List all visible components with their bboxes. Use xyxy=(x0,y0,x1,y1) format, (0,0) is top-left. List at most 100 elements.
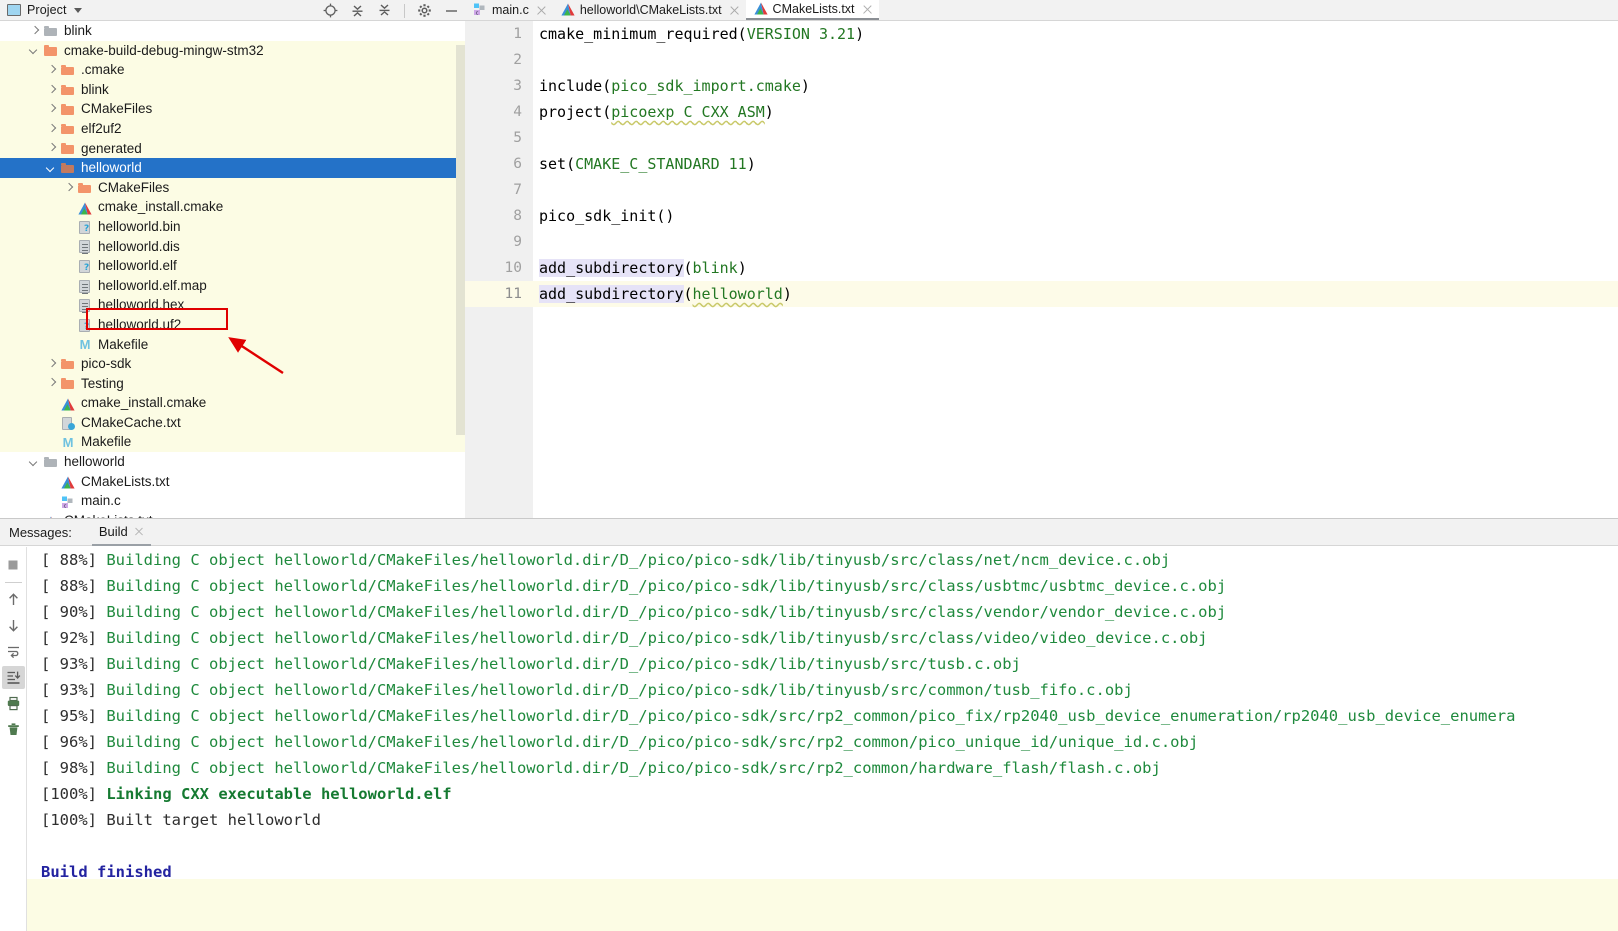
down-arrow-icon[interactable] xyxy=(2,614,25,637)
tree-item-helloworld-hex[interactable]: helloworld.hex xyxy=(0,295,465,315)
minimize-icon[interactable] xyxy=(444,3,459,18)
code-line[interactable]: pico_sdk_init() xyxy=(533,203,1618,229)
chevron-right-icon[interactable] xyxy=(29,25,40,36)
tree-item-generated[interactable]: generated xyxy=(0,138,465,159)
editor-tab-helloworld-cmakelists-txt[interactable]: helloworld\CMakeLists.txt xyxy=(553,0,746,20)
chevron-right-icon[interactable] xyxy=(46,123,57,134)
chevron-right-icon[interactable] xyxy=(46,64,57,75)
tree-item-blink[interactable]: blink xyxy=(0,21,465,41)
code-line[interactable]: set(CMAKE_C_STANDARD 11) xyxy=(533,151,1618,177)
tree-item-label: CMakeFiles xyxy=(81,101,153,117)
project-window-icon xyxy=(7,4,21,16)
tree-item-cmakelists-txt[interactable]: CMakeLists.txt xyxy=(0,511,465,518)
code-line[interactable] xyxy=(533,177,1618,203)
delete-icon[interactable] xyxy=(2,718,25,741)
tree-item-cmake-build-debug-mingw-stm32[interactable]: cmake-build-debug-mingw-stm32 xyxy=(0,40,465,61)
stop-icon[interactable] xyxy=(2,553,25,576)
chevron-right-icon[interactable] xyxy=(46,84,57,95)
close-icon[interactable] xyxy=(536,5,547,16)
tree-item-label: CMakeLists.txt xyxy=(64,511,153,518)
project-tree-scrollbar[interactable] xyxy=(456,21,465,518)
code-token: ) xyxy=(782,285,792,303)
project-tool-window: Project blink cmake-build-debug-mingw-st… xyxy=(0,0,465,518)
tree-item-main-c[interactable]: c main.c xyxy=(0,491,465,511)
print-icon[interactable] xyxy=(2,692,25,715)
chevron-down-icon[interactable] xyxy=(73,7,82,13)
editor-tab-main-c[interactable]: c main.c xyxy=(465,0,553,20)
tree-item-blink[interactable]: blink xyxy=(0,79,465,100)
tree-item-helloworld-bin[interactable]: ? helloworld.bin xyxy=(0,216,465,237)
code-line[interactable]: project(picoexp C CXX ASM) xyxy=(533,99,1618,125)
messages-panel-header: Messages: Build xyxy=(0,519,1618,546)
collapse-all-icon[interactable] xyxy=(377,3,392,18)
build-log-percent: [ 88%] xyxy=(41,577,97,595)
chevron-down-icon[interactable] xyxy=(46,162,57,173)
chevron-right-icon[interactable] xyxy=(46,358,57,369)
tree-item-label: CMakeFiles xyxy=(98,179,170,195)
editor-tab-cmakelists-txt[interactable]: CMakeLists.txt xyxy=(745,0,879,20)
build-log[interactable]: [ 88%] Building C object helloworld/CMak… xyxy=(27,547,1618,931)
code-line[interactable]: add_subdirectory(helloworld) xyxy=(533,281,1618,307)
build-log-message: Building C object helloworld/CMakeFiles/… xyxy=(106,577,1227,595)
tree-item-cmake-install-cmake[interactable]: cmake_install.cmake xyxy=(0,197,465,217)
line-number: 11 xyxy=(465,281,533,307)
gear-icon[interactable] xyxy=(417,3,432,18)
build-log-percent: [ 92%] xyxy=(41,629,97,647)
c-file-icon: c xyxy=(473,3,487,17)
line-number: 1 xyxy=(513,26,522,42)
tree-item-helloworld-uf2[interactable]: ? helloworld.uf2 xyxy=(0,314,465,335)
locate-icon[interactable] xyxy=(323,3,338,18)
code-token: ) xyxy=(764,103,774,121)
close-icon[interactable] xyxy=(134,526,144,536)
close-icon[interactable] xyxy=(729,5,740,16)
tree-item-testing[interactable]: Testing xyxy=(0,373,465,394)
tree-item-elf2uf2[interactable]: elf2uf2 xyxy=(0,118,465,139)
tree-item-label: .cmake xyxy=(81,62,125,78)
tree-item-helloworld[interactable]: helloworld xyxy=(0,158,465,178)
editor-code-text[interactable]: cmake_minimum_required(VERSION 3.21) inc… xyxy=(533,21,1618,518)
expand-all-icon[interactable] xyxy=(350,3,365,18)
unknown-file-icon: ? xyxy=(77,219,93,235)
chevron-right-icon[interactable] xyxy=(46,378,57,389)
up-arrow-icon[interactable] xyxy=(2,588,25,611)
tree-item-cmakecache-txt[interactable]: CMakeCache.txt xyxy=(0,412,465,433)
tree-item-helloworld-dis[interactable]: helloworld.dis xyxy=(0,236,465,257)
code-token: ( xyxy=(683,259,693,277)
tree-item-helloworld[interactable]: helloworld xyxy=(0,452,465,472)
chevron-right-icon[interactable] xyxy=(63,182,74,193)
tree-item-makefile[interactable]: M Makefile xyxy=(0,334,465,355)
code-line[interactable] xyxy=(533,229,1618,255)
tree-item-cmakefiles[interactable]: CMakeFiles xyxy=(0,99,465,119)
close-icon[interactable] xyxy=(862,4,873,15)
tree-item-cmake-install-cmake[interactable]: cmake_install.cmake xyxy=(0,393,465,413)
code-line[interactable]: cmake_minimum_required(VERSION 3.21) xyxy=(533,21,1618,47)
scroll-to-end-icon[interactable] xyxy=(1,666,25,689)
chevron-right-icon[interactable] xyxy=(46,104,57,115)
soft-wrap-icon[interactable] xyxy=(2,640,25,663)
folder-icon xyxy=(60,356,76,372)
tree-item-helloworld-elf-map[interactable]: helloworld.elf.map xyxy=(0,275,465,296)
chevron-down-icon[interactable] xyxy=(29,456,40,467)
tree-item-cmakefiles[interactable]: CMakeFiles xyxy=(0,177,465,198)
code-line[interactable] xyxy=(533,125,1618,151)
build-log-percent: [ 96%] xyxy=(41,733,97,751)
chevron-down-icon[interactable] xyxy=(29,45,40,56)
code-line[interactable]: include(pico_sdk_import.cmake) xyxy=(533,73,1618,99)
tree-item-cmakelists-txt[interactable]: CMakeLists.txt xyxy=(0,472,465,492)
project-tree-scrollbar-thumb[interactable] xyxy=(456,45,465,435)
tab-build[interactable]: Build xyxy=(91,519,151,546)
tree-item-label: Makefile xyxy=(98,336,149,352)
code-token: cmake_minimum_required( xyxy=(539,25,747,43)
chevron-right-icon[interactable] xyxy=(46,143,57,154)
tree-item-pico-sdk[interactable]: pico-sdk xyxy=(0,354,465,374)
editor-code-area[interactable]: 1 2 3 4 5 6 7 8 9 10 11 cmake_minimum_required(VER… xyxy=(465,21,1618,518)
build-log-message: Building C object helloworld/CMakeFiles/… xyxy=(106,629,1208,647)
tree-item-makefile[interactable]: M Makefile xyxy=(0,432,465,453)
tree-item-cmake[interactable]: .cmake xyxy=(0,60,465,80)
tree-item-label: helloworld.elf xyxy=(98,258,177,274)
project-tree[interactable]: blink cmake-build-debug-mingw-stm32 .cmake… xyxy=(0,21,465,518)
build-log-line: [ 88%] Building C object helloworld/CMak… xyxy=(27,573,1618,599)
code-line[interactable]: add_subdirectory(blink) xyxy=(533,255,1618,281)
code-line[interactable] xyxy=(533,47,1618,73)
tree-item-helloworld-elf[interactable]: ? helloworld.elf xyxy=(0,256,465,276)
